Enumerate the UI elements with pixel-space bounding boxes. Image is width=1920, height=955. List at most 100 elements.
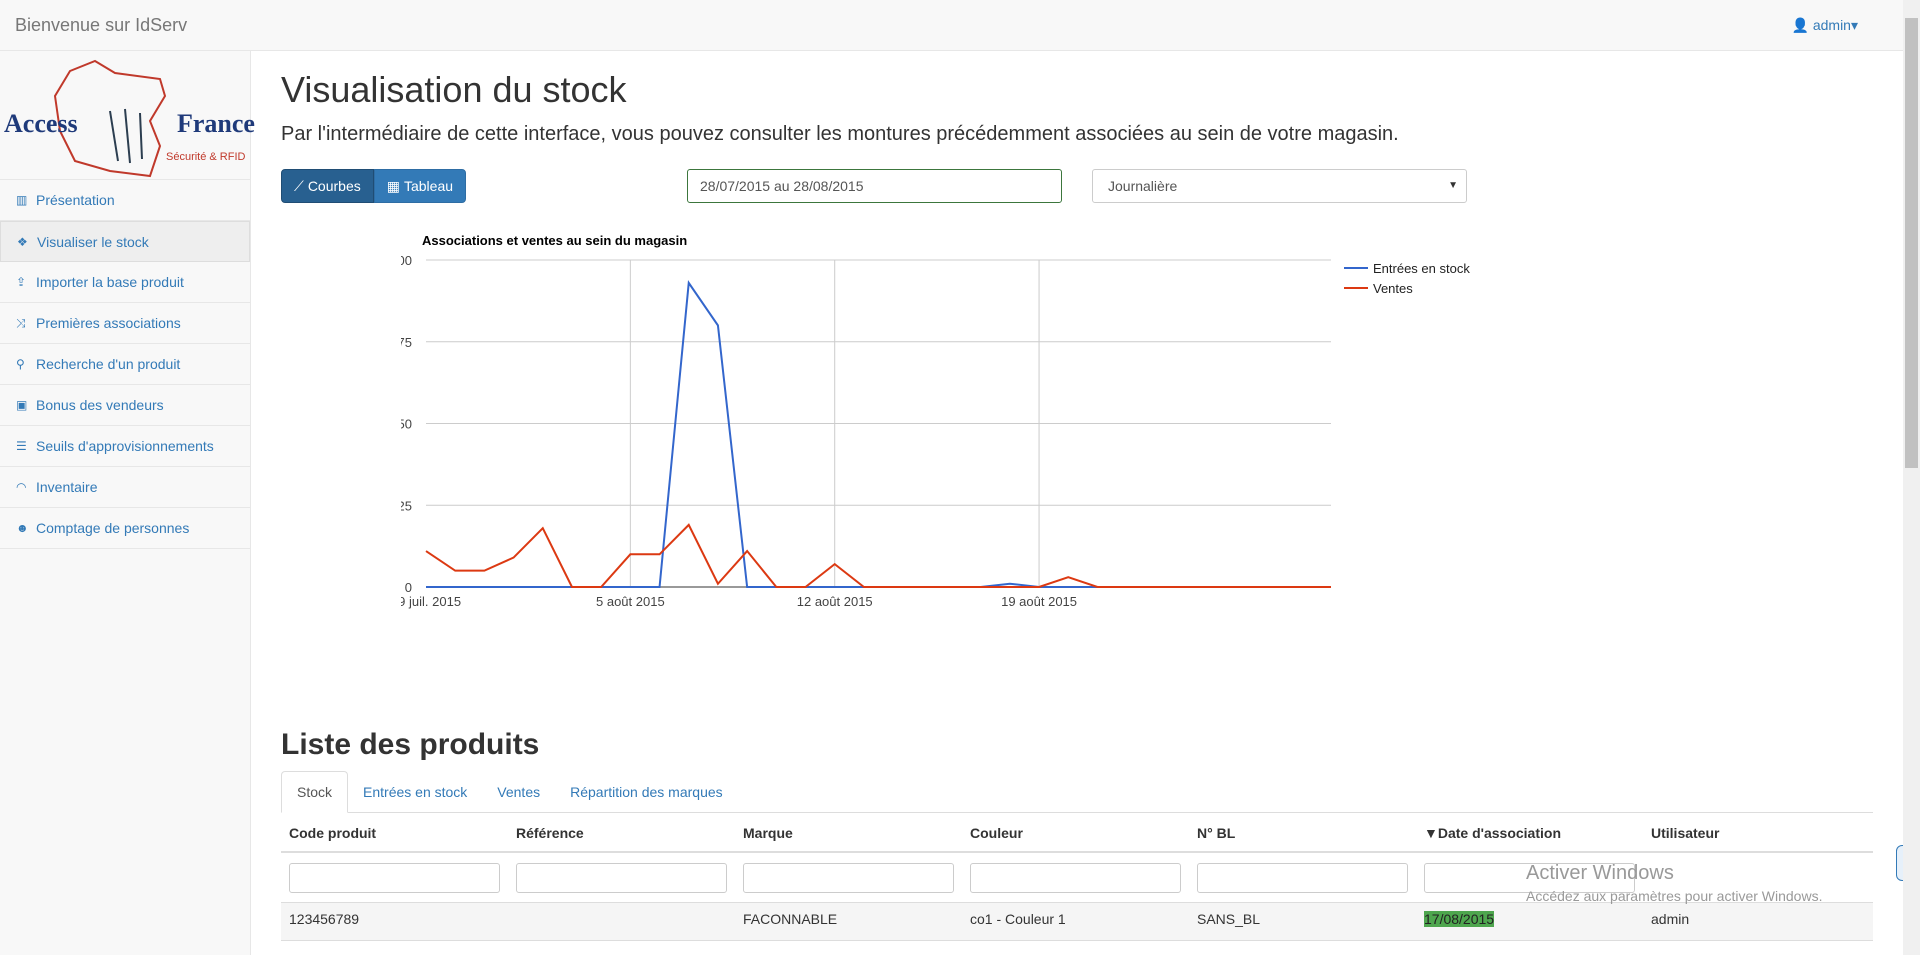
table-row[interactable]: 123456789 FACONNABLE co1 - Couleur 1 SANS_B… xyxy=(281,903,1873,941)
sliders-icon: ☰ xyxy=(16,439,27,453)
sidebar-item-label: Visualiser le stock xyxy=(37,233,149,250)
sidebar-item-4[interactable]: ⚲ Recherche d'un produit xyxy=(0,344,250,385)
sidebar-item-label: Présentation xyxy=(36,192,115,208)
sidebar-item-6[interactable]: ☰ Seuils d'approvisionnements xyxy=(0,426,250,467)
sidebar-item-7[interactable]: ◠ Inventaire xyxy=(0,467,250,508)
column-header[interactable]: Utilisateur xyxy=(1643,817,1870,851)
table-cell: co1 - Couleur 1 xyxy=(962,903,1189,940)
curves-button[interactable]: ⟋ Courbes xyxy=(281,169,374,203)
chart-title: Associations et ventes au sein du magasi… xyxy=(422,233,687,248)
sidebar-item-label: Recherche d'un produit xyxy=(36,356,181,372)
cubes-icon: ❖ xyxy=(17,234,28,249)
column-header[interactable]: Code produit xyxy=(281,817,508,851)
column-header[interactable]: Marque xyxy=(735,817,962,851)
sidebar-item-label: Inventaire xyxy=(36,479,98,495)
search-icon: ⚲ xyxy=(16,357,25,371)
line-chart-icon: ⟋ xyxy=(294,177,304,194)
user-menu[interactable]: 👤 admin▾ xyxy=(1792,17,1859,34)
table-icon: ▦ xyxy=(386,177,400,194)
date-range-input[interactable]: 28/07/2015 au 28/08/2015 xyxy=(687,169,1062,203)
column-filter-input[interactable] xyxy=(743,863,954,893)
curves-label: Courbes xyxy=(307,178,361,194)
table-cell: admin xyxy=(1643,903,1870,940)
table-cell: 123456789 xyxy=(281,903,508,940)
table-cell xyxy=(508,903,735,940)
stock-chart: Associations et ventes au sein du magasi… xyxy=(401,233,1470,609)
table-button[interactable]: ▦ Tableau xyxy=(373,169,467,203)
top-navbar: Bienvenue sur IdServ 👤 admin▾ xyxy=(0,0,1903,51)
wifi-icon: ◠ xyxy=(16,480,27,494)
upload-icon: ⇪ xyxy=(16,275,27,289)
shuffle-icon: ⤨ xyxy=(16,315,26,330)
column-header[interactable]: Référence xyxy=(508,817,735,851)
sidebar-item-2[interactable]: ⇪ Importer la base produit xyxy=(0,262,250,303)
series-line-0 xyxy=(426,280,1331,588)
legend-label: Ventes xyxy=(1373,281,1413,296)
caret-down-icon: ▾ xyxy=(1850,17,1858,33)
sidebar-item-1[interactable]: ❖ Visualiser le stock xyxy=(0,221,250,262)
company-logo: Access France Sécurité & RFID xyxy=(0,51,255,180)
user-icon: 👤 xyxy=(1791,17,1813,33)
sidebar-item-8[interactable]: ☻ Comptage de personnes xyxy=(0,508,250,549)
y-tick-label: 50 xyxy=(401,417,412,432)
logo-text-right: France xyxy=(177,109,255,138)
filter-cell xyxy=(735,853,962,902)
filter-cell xyxy=(508,853,735,902)
logo-text-left: Access xyxy=(4,109,78,138)
x-tick-label: 19 août 2015 xyxy=(1001,594,1077,609)
table-cell: FACONNABLE xyxy=(735,903,962,940)
filter-cell xyxy=(1189,853,1416,902)
legend-label: Entrées en stock xyxy=(1373,261,1470,276)
tab-3[interactable]: Répartition des marques xyxy=(555,771,738,813)
cell-value: 123456789 xyxy=(289,911,360,927)
sidebar-item-0[interactable]: ▥ Présentation xyxy=(0,180,250,221)
sidebar-item-label: Premières associations xyxy=(36,315,181,331)
cell-value: co1 - Couleur 1 xyxy=(970,911,1066,927)
tab-1[interactable]: Entrées en stock xyxy=(348,771,482,813)
scrollbar-thumb[interactable] xyxy=(1905,18,1918,468)
x-tick-label: 12 août 2015 xyxy=(797,594,873,609)
series-line-1 xyxy=(425,523,1331,588)
column-header[interactable]: N° BL xyxy=(1189,817,1416,851)
filter-cell xyxy=(281,853,508,902)
column-filter-input[interactable] xyxy=(1197,863,1408,893)
y-tick-label: 25 xyxy=(401,498,412,513)
app-brand[interactable]: Bienvenue sur IdServ xyxy=(15,15,187,36)
table-label: Tableau xyxy=(403,178,454,194)
page-title: Visualisation du stock xyxy=(281,69,627,110)
y-tick-label: 100 xyxy=(401,253,412,268)
activation-watermark-text: Accédez aux paramètres pour activer Wind… xyxy=(1526,888,1823,904)
sidebar-item-3[interactable]: ⤨ Premières associations xyxy=(0,303,250,344)
scrollbar[interactable] xyxy=(1903,0,1920,955)
column-header[interactable]: ▼Date d'association xyxy=(1416,817,1643,851)
cell-value: 17/08/2015 xyxy=(1424,911,1495,927)
sidebar-item-label: Seuils d'approvisionnements xyxy=(36,438,214,454)
tab-2[interactable]: Ventes xyxy=(482,771,555,813)
period-select[interactable]: Journalière ▼ xyxy=(1092,169,1467,203)
filter-cell xyxy=(962,853,1189,902)
table-cell: SANS_BL xyxy=(1189,903,1416,940)
sidebar-item-label: Bonus des vendeurs xyxy=(36,397,164,413)
tab-0[interactable]: Stock xyxy=(281,771,349,813)
column-filter-input[interactable] xyxy=(970,863,1181,893)
period-value: Journalière xyxy=(1108,178,1178,194)
column-filter-input[interactable] xyxy=(289,863,500,893)
logo-tagline: Sécurité & RFID xyxy=(166,151,246,163)
sidebar: Access France Sécurité & RFID ▥ Présentat… xyxy=(0,51,255,955)
table-header: Code produit Référence Marque Couleur N° BL ▼… xyxy=(281,817,1873,853)
cell-value: FACONNABLE xyxy=(743,911,838,927)
sidebar-item-label: Comptage de personnes xyxy=(36,520,190,536)
sidebar-item-label: Importer la base produit xyxy=(36,274,184,290)
cell-value: SANS_BL xyxy=(1197,911,1261,927)
x-tick-label: 5 août 2015 xyxy=(596,594,665,609)
section-title: Liste des produits xyxy=(281,728,540,761)
y-tick-label: 0 xyxy=(405,580,412,595)
select-caret-icon: ▼ xyxy=(1448,180,1458,191)
money-icon: ▣ xyxy=(16,398,28,412)
cell-value: admin xyxy=(1651,911,1690,927)
sidebar-item-5[interactable]: ▣ Bonus des vendeurs xyxy=(0,385,250,426)
column-filter-input[interactable] xyxy=(516,863,727,893)
product-tabs: Stock Entrées en stock Ventes Répartition d… xyxy=(281,771,1873,813)
bar-chart-icon: ▥ xyxy=(16,193,28,207)
column-header[interactable]: Couleur xyxy=(962,817,1189,851)
